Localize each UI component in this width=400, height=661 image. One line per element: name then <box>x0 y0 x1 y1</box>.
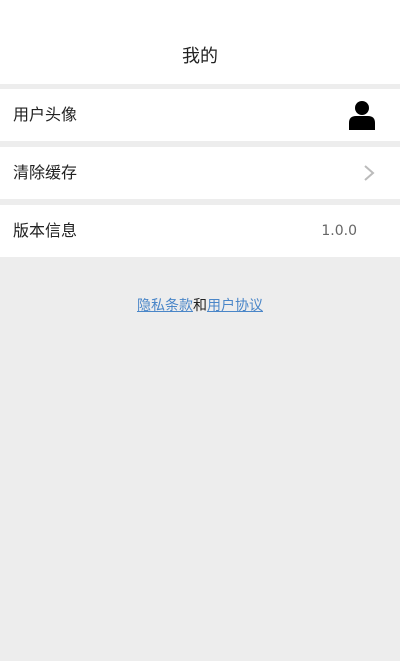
settings-row-version: 版本信息 1.0.0 <box>0 205 400 257</box>
settings-row-avatar[interactable]: 用户头像 <box>0 89 400 141</box>
page-title: 我的 <box>182 46 218 67</box>
row-label-version: 版本信息 <box>13 221 78 240</box>
user-agreement-link[interactable]: 用户协议 <box>207 298 263 314</box>
row-label-clear-cache: 清除缓存 <box>13 163 78 182</box>
legal-links: 隐私条款和用户协议 <box>0 294 400 318</box>
avatar-icon[interactable] <box>348 100 376 130</box>
row-label-avatar: 用户头像 <box>13 105 78 124</box>
header-bar: 我的 <box>0 0 400 84</box>
chevron-right-icon <box>364 165 375 181</box>
settings-row-clear-cache[interactable]: 清除缓存 <box>0 147 400 199</box>
privacy-policy-link[interactable]: 隐私条款 <box>137 298 193 314</box>
version-value: 1.0.0 <box>321 223 357 239</box>
links-conjunction: 和 <box>193 298 207 314</box>
